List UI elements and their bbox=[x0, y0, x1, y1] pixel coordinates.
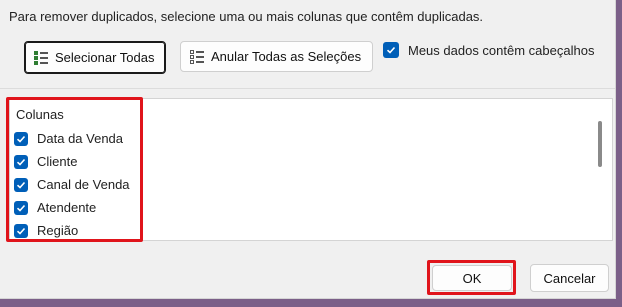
instruction-text: Para remover duplicados, selecione uma o… bbox=[9, 9, 484, 24]
cancel-button[interactable]: Cancelar bbox=[530, 264, 609, 292]
column-item-label: Data da Venda bbox=[37, 131, 124, 146]
unselect-all-icon bbox=[189, 49, 205, 65]
checkbox-checked-icon bbox=[14, 223, 28, 238]
checkbox-checked-icon bbox=[14, 154, 28, 169]
column-item-regiao[interactable]: Região bbox=[14, 223, 78, 238]
select-all-label: Selecionar Todas bbox=[55, 50, 155, 65]
divider bbox=[0, 88, 615, 89]
column-item-label: Região bbox=[37, 223, 79, 238]
checkbox-checked-icon bbox=[14, 200, 28, 215]
checkbox-checked-icon bbox=[383, 42, 399, 58]
remove-duplicates-dialog: Para remover duplicados, selecione uma o… bbox=[0, 0, 616, 299]
columns-list[interactable]: Colunas Data da Venda Cliente Canal de V… bbox=[9, 98, 613, 241]
headers-checkbox-label: Meus dados contêm cabeçalhos bbox=[408, 42, 595, 58]
column-item-label: Canal de Venda bbox=[37, 177, 130, 192]
column-item-atendente[interactable]: Atendente bbox=[14, 200, 96, 215]
column-item-label: Atendente bbox=[37, 200, 97, 215]
column-item-canal-de-venda[interactable]: Canal de Venda bbox=[14, 177, 130, 192]
column-item-label: Cliente bbox=[37, 154, 78, 169]
select-all-icon bbox=[33, 50, 49, 66]
checkbox-checked-icon bbox=[14, 131, 28, 146]
unselect-all-label: Anular Todas as Seleções bbox=[211, 49, 362, 64]
column-item-cliente[interactable]: Cliente bbox=[14, 154, 77, 169]
vertical-scrollbar[interactable] bbox=[598, 121, 602, 167]
columns-list-header: Colunas bbox=[16, 107, 64, 122]
unselect-all-button[interactable]: Anular Todas as Seleções bbox=[180, 41, 373, 72]
checkbox-checked-icon bbox=[14, 177, 28, 192]
column-item-data-da-venda[interactable]: Data da Venda bbox=[14, 131, 123, 146]
headers-checkbox[interactable]: Meus dados contêm cabeçalhos bbox=[383, 42, 594, 58]
ok-button[interactable]: OK bbox=[432, 265, 512, 291]
select-all-button[interactable]: Selecionar Todas bbox=[24, 41, 166, 74]
